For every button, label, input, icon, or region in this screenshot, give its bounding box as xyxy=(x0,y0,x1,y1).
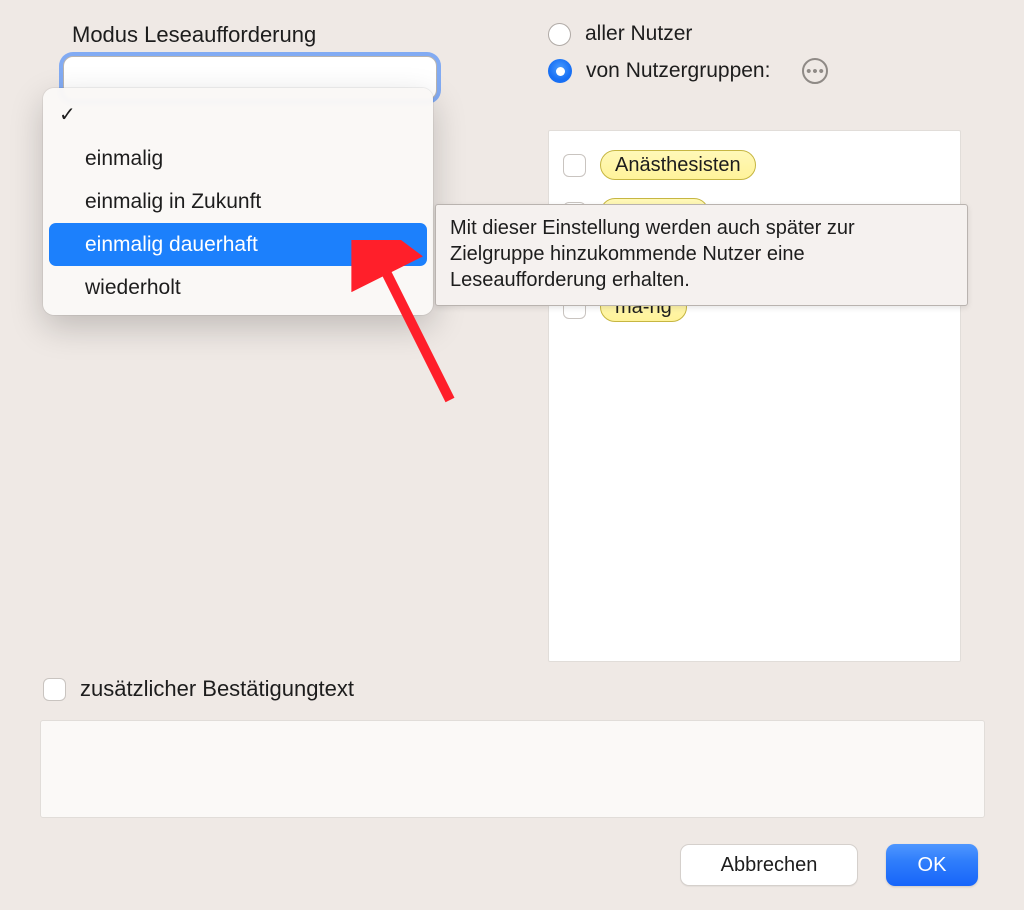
modus-option-wiederholt[interactable]: wiederholt xyxy=(49,266,427,309)
confirm-label: zusätzlicher Bestätigungtext xyxy=(80,676,354,702)
modus-option-blank[interactable] xyxy=(49,94,427,137)
cancel-button[interactable]: Abbrechen xyxy=(680,844,858,886)
radio-all-users[interactable] xyxy=(548,23,571,46)
group-pill: Anästhesisten xyxy=(600,150,756,180)
target-all-label: aller Nutzer xyxy=(585,22,692,46)
confirm-checkbox[interactable] xyxy=(43,678,66,701)
target-groups-row[interactable]: von Nutzergruppen: ••• xyxy=(548,58,828,84)
modus-label: Modus Leseaufforderung xyxy=(72,22,316,48)
confirm-textarea[interactable] xyxy=(40,720,985,818)
more-groups-icon[interactable]: ••• xyxy=(802,58,828,84)
modus-option-einmalig-dauerhaft[interactable]: einmalig dauerhaft xyxy=(49,223,427,266)
confirm-row[interactable]: zusätzlicher Bestätigungtext xyxy=(43,676,354,702)
target-groups-label: von Nutzergruppen: xyxy=(586,59,770,83)
tooltip: Mit dieser Einstellung werden auch späte… xyxy=(435,204,968,306)
radio-user-groups[interactable] xyxy=(548,59,572,83)
modus-option-einmalig-zukunft[interactable]: einmalig in Zukunft xyxy=(49,180,427,223)
group-row[interactable]: Anästhesisten xyxy=(563,141,946,189)
modus-option-einmalig[interactable]: einmalig xyxy=(49,137,427,180)
target-all-row[interactable]: aller Nutzer xyxy=(548,22,692,46)
modus-menu: einmalig einmalig in Zukunft einmalig da… xyxy=(43,88,433,315)
group-checkbox[interactable] xyxy=(563,154,586,177)
ok-button[interactable]: OK xyxy=(886,844,978,886)
